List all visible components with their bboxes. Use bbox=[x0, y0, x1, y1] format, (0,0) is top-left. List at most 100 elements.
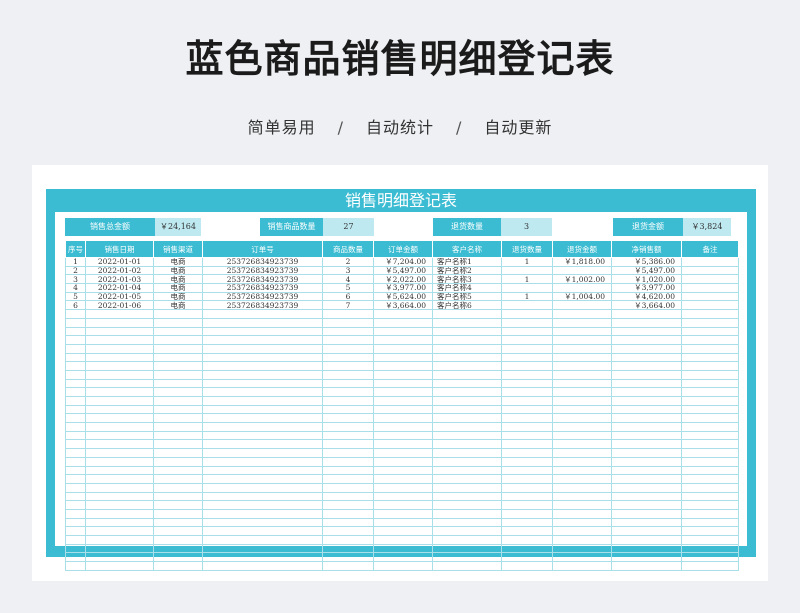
table-cell[interactable] bbox=[373, 387, 433, 397]
table-cell[interactable] bbox=[681, 543, 739, 554]
table-cell[interactable] bbox=[153, 465, 203, 476]
table-cell[interactable]: ￥4,620.00 bbox=[611, 291, 682, 302]
table-cell[interactable] bbox=[501, 561, 553, 571]
table-cell[interactable] bbox=[501, 404, 553, 415]
table-cell[interactable]: 客户名称6 bbox=[432, 300, 502, 311]
table-cell[interactable] bbox=[611, 413, 682, 424]
table-cell[interactable] bbox=[432, 352, 502, 363]
table-cell[interactable] bbox=[373, 430, 433, 441]
table-cell[interactable] bbox=[681, 500, 739, 510]
table-cell[interactable] bbox=[373, 422, 433, 432]
table-cell[interactable] bbox=[552, 265, 612, 276]
table-cell[interactable] bbox=[202, 517, 323, 528]
table-cell[interactable] bbox=[501, 552, 553, 563]
table-cell[interactable]: 1 bbox=[501, 257, 553, 267]
table-cell[interactable] bbox=[202, 465, 323, 476]
table-cell[interactable] bbox=[153, 396, 203, 406]
table-cell[interactable] bbox=[85, 535, 154, 545]
table-cell[interactable] bbox=[65, 326, 86, 337]
table-cell[interactable] bbox=[202, 448, 323, 458]
table-cell[interactable] bbox=[552, 422, 612, 432]
table-cell[interactable] bbox=[552, 456, 612, 467]
table-cell[interactable] bbox=[65, 335, 86, 345]
table-cell[interactable]: 3 bbox=[322, 265, 374, 276]
table-cell[interactable] bbox=[85, 396, 154, 406]
table-cell[interactable] bbox=[373, 456, 433, 467]
table-cell[interactable] bbox=[552, 343, 612, 354]
table-cell[interactable]: 253726834923739 bbox=[202, 283, 323, 293]
table-cell[interactable] bbox=[501, 448, 553, 458]
table-cell[interactable] bbox=[85, 474, 154, 484]
table-cell[interactable] bbox=[611, 552, 682, 563]
table-cell[interactable] bbox=[373, 326, 433, 337]
table-cell[interactable]: ￥7,204.00 bbox=[373, 257, 433, 267]
table-cell[interactable] bbox=[153, 369, 203, 380]
table-cell[interactable]: 电商 bbox=[153, 274, 203, 285]
table-cell[interactable] bbox=[85, 500, 154, 510]
table-cell[interactable] bbox=[611, 309, 682, 319]
table-cell[interactable] bbox=[153, 456, 203, 467]
table-cell[interactable] bbox=[373, 413, 433, 424]
table-cell[interactable] bbox=[681, 352, 739, 363]
table-cell[interactable] bbox=[552, 300, 612, 311]
table-cell[interactable] bbox=[552, 396, 612, 406]
table-cell[interactable] bbox=[85, 465, 154, 476]
table-cell[interactable] bbox=[65, 500, 86, 510]
column-header[interactable]: 销售日期 bbox=[85, 240, 154, 258]
table-cell[interactable] bbox=[373, 404, 433, 415]
table-cell[interactable] bbox=[373, 552, 433, 563]
table-cell[interactable] bbox=[65, 387, 86, 397]
table-cell[interactable] bbox=[85, 456, 154, 467]
table-cell[interactable] bbox=[611, 335, 682, 345]
table-cell[interactable] bbox=[611, 387, 682, 397]
table-cell[interactable] bbox=[552, 439, 612, 450]
table-cell[interactable]: 1 bbox=[65, 257, 86, 267]
column-header[interactable]: 退货数量 bbox=[501, 240, 553, 258]
table-cell[interactable] bbox=[153, 508, 203, 519]
table-cell[interactable] bbox=[501, 491, 553, 502]
table-cell[interactable] bbox=[322, 369, 374, 380]
table-cell[interactable] bbox=[322, 335, 374, 345]
table-cell[interactable] bbox=[611, 456, 682, 467]
table-cell[interactable] bbox=[322, 500, 374, 510]
table-cell[interactable] bbox=[432, 439, 502, 450]
table-cell[interactable] bbox=[552, 526, 612, 536]
table-cell[interactable] bbox=[681, 335, 739, 345]
table-cell[interactable] bbox=[552, 491, 612, 502]
table-cell[interactable] bbox=[681, 396, 739, 406]
table-cell[interactable]: ￥5,497.00 bbox=[373, 265, 433, 276]
table-cell[interactable] bbox=[611, 439, 682, 450]
column-header[interactable]: 销售渠道 bbox=[153, 240, 203, 258]
table-cell[interactable] bbox=[153, 413, 203, 424]
table-cell[interactable] bbox=[501, 456, 553, 467]
table-cell[interactable] bbox=[85, 508, 154, 519]
table-cell[interactable] bbox=[202, 561, 323, 571]
table-cell[interactable]: 4 bbox=[322, 274, 374, 285]
table-cell[interactable] bbox=[85, 343, 154, 354]
table-cell[interactable] bbox=[681, 309, 739, 319]
table-cell[interactable] bbox=[501, 326, 553, 337]
table-cell[interactable] bbox=[373, 378, 433, 389]
summary-quantity-value[interactable]: 27 bbox=[323, 218, 374, 236]
table-cell[interactable] bbox=[153, 317, 203, 328]
table-cell[interactable] bbox=[85, 413, 154, 424]
table-cell[interactable]: 客户名称1 bbox=[432, 257, 502, 267]
table-cell[interactable] bbox=[65, 439, 86, 450]
table-cell[interactable]: 7 bbox=[322, 300, 374, 311]
table-cell[interactable] bbox=[85, 387, 154, 397]
table-cell[interactable] bbox=[153, 335, 203, 345]
table-cell[interactable] bbox=[681, 369, 739, 380]
table-cell[interactable] bbox=[681, 430, 739, 441]
table-cell[interactable] bbox=[681, 448, 739, 458]
table-cell[interactable] bbox=[552, 430, 612, 441]
table-cell[interactable] bbox=[85, 430, 154, 441]
table-cell[interactable] bbox=[611, 465, 682, 476]
table-cell[interactable] bbox=[85, 491, 154, 502]
table-cell[interactable] bbox=[153, 448, 203, 458]
table-cell[interactable] bbox=[681, 535, 739, 545]
table-cell[interactable] bbox=[552, 317, 612, 328]
table-cell[interactable] bbox=[202, 491, 323, 502]
table-cell[interactable] bbox=[501, 526, 553, 536]
table-cell[interactable] bbox=[153, 535, 203, 545]
table-cell[interactable] bbox=[501, 439, 553, 450]
